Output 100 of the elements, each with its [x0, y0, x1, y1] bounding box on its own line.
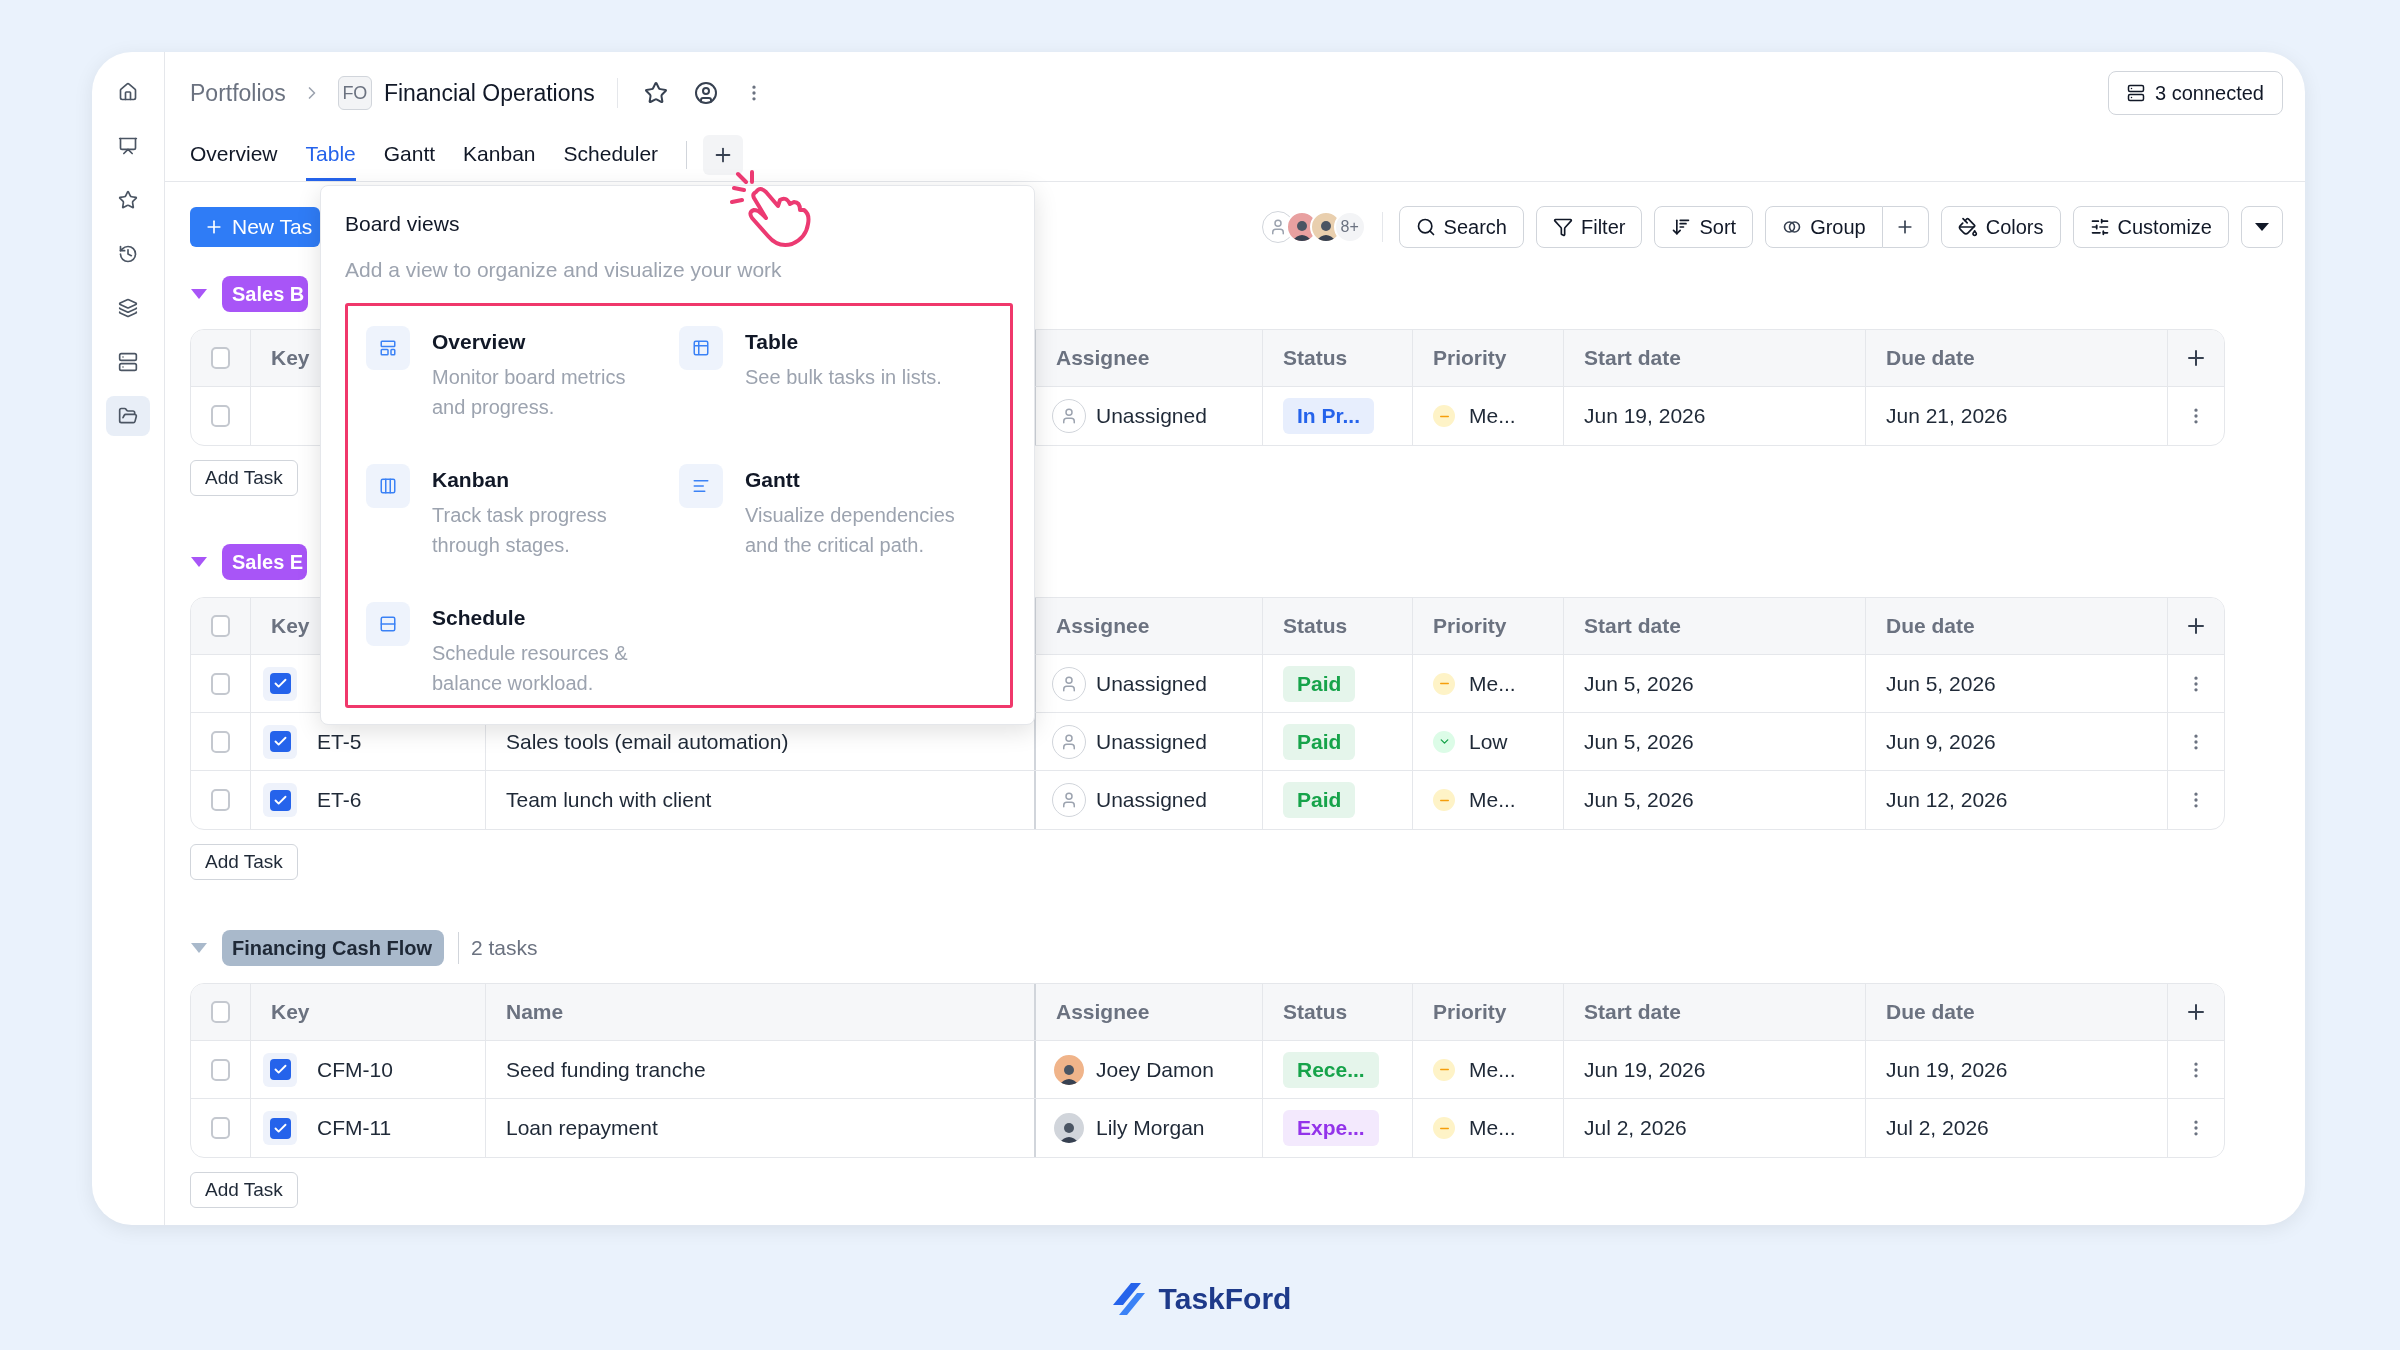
view-tab[interactable]: Gantt: [383, 129, 436, 181]
row-checkbox[interactable]: [211, 405, 230, 427]
assignee-name: Unassigned: [1096, 728, 1207, 755]
key-checkbox[interactable]: [269, 789, 291, 811]
column-header[interactable]: Name: [506, 996, 564, 1028]
group-label[interactable]: Sales B: [222, 276, 309, 312]
view-title: Table: [745, 329, 800, 355]
column-header[interactable]: Key: [271, 342, 310, 374]
key-checkbox[interactable]: [269, 673, 291, 694]
view-option[interactable]: Schedule Schedule resources & balance workload.: [366, 602, 679, 712]
key-checkbox[interactable]: [269, 731, 291, 752]
row-checkbox[interactable]: [211, 1117, 230, 1139]
priority-label: Me...: [1469, 1056, 1516, 1083]
task-name[interactable]: Seed funding tranche: [506, 1053, 706, 1086]
new-task-button[interactable]: New Tas: [190, 207, 321, 247]
view-description: Schedule resources & balance workload.: [432, 640, 629, 696]
column-header[interactable]: Due date: [1886, 342, 1975, 374]
column-header[interactable]: Priority: [1433, 342, 1507, 374]
start-date: Jun 5, 2026: [1584, 728, 1694, 755]
column-header[interactable]: Status: [1283, 342, 1348, 374]
popup-subtitle: Add a view to organize and visualize your work: [345, 256, 783, 283]
star-icon: [118, 190, 138, 210]
home-icon: [118, 82, 138, 102]
view-title: Gantt: [745, 467, 801, 493]
column-header[interactable]: Due date: [1886, 996, 1975, 1028]
task-name[interactable]: Loan repayment: [506, 1112, 658, 1144]
status-badge: Paid: [1283, 723, 1356, 760]
history-icon: [118, 244, 138, 264]
due-date: Jun 5, 2026: [1886, 670, 1996, 697]
select-all-checkbox[interactable]: [211, 347, 230, 369]
sliders-icon: [2089, 217, 2110, 237]
key-checkbox[interactable]: [269, 1059, 291, 1080]
toolbar-button[interactable]: Group: [1765, 206, 1883, 248]
status-badge: In Pr...: [1283, 398, 1375, 434]
select-all-checkbox[interactable]: [211, 1001, 230, 1023]
key-checkbox[interactable]: [269, 1117, 291, 1139]
table-icon: [679, 326, 723, 370]
column-header[interactable]: Priority: [1433, 996, 1507, 1028]
view-option[interactable]: Overview Monitor board metrics and progress.: [366, 326, 679, 436]
start-date: Jun 5, 2026: [1584, 787, 1694, 814]
due-date: Jun 12, 2026: [1886, 787, 2008, 814]
view-tab[interactable]: Kanban: [463, 129, 536, 181]
view-option[interactable]: Table See bulk tasks in lists.: [679, 326, 992, 436]
toolbar-button[interactable]: Colors: [1940, 206, 2061, 248]
view-tab[interactable]: Scheduler: [563, 129, 659, 181]
connected-button[interactable]: 3 connected: [2108, 71, 2283, 115]
caret-icon[interactable]: [190, 287, 208, 301]
add-view-button[interactable]: [703, 135, 744, 175]
select-all-checkbox[interactable]: [211, 615, 230, 637]
column-header[interactable]: Key: [271, 610, 310, 642]
toolbar-button[interactable]: Filter: [1536, 206, 1643, 248]
column-header[interactable]: Assignee: [1056, 996, 1150, 1028]
column-header[interactable]: Key: [271, 996, 310, 1028]
layers-icon: [118, 298, 138, 318]
caret-icon[interactable]: [190, 555, 208, 569]
group-label[interactable]: Financing Cash Flow: [222, 930, 444, 966]
column-header[interactable]: Start date: [1584, 610, 1681, 642]
check-icon: [272, 676, 288, 691]
view-description: Monitor board metrics and progress.: [432, 364, 627, 420]
column-header[interactable]: Start date: [1584, 342, 1681, 374]
toolbar-button[interactable]: Customize: [2072, 206, 2229, 248]
sidebar-item[interactable]: [106, 396, 150, 436]
column-header[interactable]: Priority: [1433, 610, 1507, 642]
column-header[interactable]: Assignee: [1056, 342, 1150, 374]
column-header[interactable]: Assignee: [1056, 610, 1150, 642]
add-task-button[interactable]: Add Task: [190, 844, 298, 880]
breadcrumb-link[interactable]: Portfolios: [190, 75, 286, 111]
view-tab[interactable]: Table: [305, 129, 356, 181]
due-date: Jun 19, 2026: [1886, 1056, 2008, 1083]
user-circle-icon[interactable]: [693, 81, 718, 105]
task-name[interactable]: Team lunch with client: [506, 784, 712, 816]
check-icon: [272, 1062, 288, 1077]
server-icon: [2127, 84, 2145, 102]
toolbar-button[interactable]: Sort: [1654, 206, 1754, 248]
view-option[interactable]: Kanban Track task progress through stages.: [366, 464, 679, 574]
toolbar-button[interactable]: Search: [1398, 206, 1524, 248]
view-option[interactable]: Gantt Visualize dependencies and the critical path.: [679, 464, 992, 574]
task-key: CFM-11: [317, 1112, 392, 1144]
group-label[interactable]: Sales E: [222, 544, 308, 580]
add-task-button[interactable]: Add Task: [190, 460, 298, 496]
column-header[interactable]: Status: [1283, 996, 1348, 1028]
star-icon[interactable]: [643, 81, 668, 105]
column-header[interactable]: Due date: [1886, 610, 1975, 642]
user-avatar-icon: [1052, 724, 1086, 759]
task-name[interactable]: Sales tools (email automation): [506, 725, 789, 758]
status-badge: Rece...: [1283, 1051, 1379, 1088]
add-group-button[interactable]: [1882, 206, 1929, 248]
status-badge: Paid: [1283, 782, 1356, 818]
avatar-overflow[interactable]: 8+: [1333, 211, 1366, 243]
task-key: ET-6: [317, 784, 362, 816]
column-header[interactable]: Start date: [1584, 996, 1681, 1028]
row-checkbox[interactable]: [211, 1058, 230, 1081]
row-checkbox[interactable]: [211, 672, 230, 695]
dropdown-button[interactable]: [2241, 206, 2283, 248]
column-header[interactable]: Status: [1283, 610, 1348, 642]
add-task-button[interactable]: Add Task: [190, 1172, 298, 1208]
task-count: 2 tasks: [458, 932, 538, 964]
row-checkbox[interactable]: [211, 789, 230, 811]
row-checkbox[interactable]: [211, 730, 230, 753]
view-tab[interactable]: Overview: [190, 129, 278, 181]
